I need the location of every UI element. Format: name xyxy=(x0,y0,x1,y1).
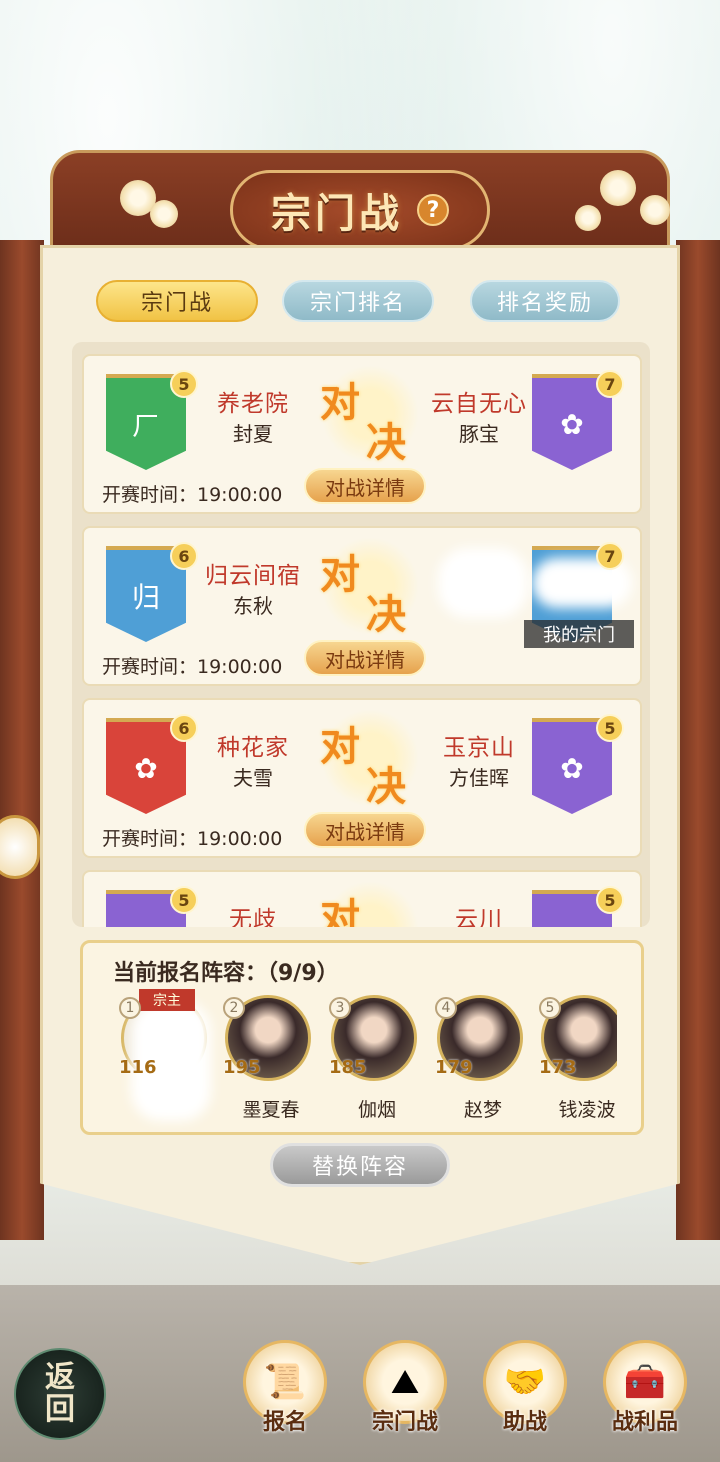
slot-number: 1 xyxy=(119,997,141,1019)
page-title: 宗门战 xyxy=(271,190,403,237)
sect-master-tag: 宗主 xyxy=(139,989,195,1011)
redacted-name xyxy=(438,548,528,618)
frame-post-right xyxy=(676,240,720,1240)
sect-leader-left: 东秋 xyxy=(233,594,273,618)
match-card: 5 无歧 对 云川 一 5 xyxy=(82,870,642,927)
back-button[interactable]: 返 回 xyxy=(14,1348,106,1440)
match-card: ✿ 6 种花家 夫雪 对决 玉京山 方佳晖 ✿ 5 开赛时间：19:00:00 … xyxy=(82,698,642,858)
slot-number: 3 xyxy=(329,997,351,1019)
vs-emblem: 对 xyxy=(320,882,420,927)
sect-level-badge: 7 xyxy=(596,542,624,570)
member-power: 116 xyxy=(119,1057,157,1078)
sect-emblem-icon: 一 xyxy=(558,920,586,927)
lotus-icon: ✿ xyxy=(134,751,158,785)
title-plate: 宗门战 ? xyxy=(230,170,490,250)
start-time: 开赛时间：19:00:00 xyxy=(102,656,283,678)
vs-emblem: 对决 xyxy=(320,366,420,466)
nav-label: 战利品 xyxy=(611,1410,678,1435)
sect-emblem-icon: 归 xyxy=(131,581,160,614)
member-name: 墨夏春 xyxy=(242,1099,300,1121)
lotus-icon: ✿ xyxy=(560,751,584,785)
sect-level-badge: 5 xyxy=(596,714,624,742)
member-name: 伽烟 xyxy=(357,1099,396,1121)
lineup-member[interactable]: 2 195 墨夏春 xyxy=(221,995,313,1125)
battle-details-button[interactable]: 对战详情 xyxy=(304,812,426,848)
sect-emblem-icon: ㄏ xyxy=(131,409,160,442)
registered-lineup-panel: 当前报名阵容：（9/9） 宗主 1 116 2 195 墨夏春 3 185 伽烟… xyxy=(80,940,644,1135)
replace-lineup-button[interactable]: 替换阵容 xyxy=(270,1143,450,1187)
sect-name-right: 玉京山 xyxy=(443,735,515,761)
match-card: ㄏ 5 养老院 封夏 对决 云自无心 豚宝 ✿ 7 开赛时间：19:00:00 … xyxy=(82,354,642,514)
sect-leader-left: 夫雪 xyxy=(233,766,273,790)
member-power: 195 xyxy=(223,1057,261,1078)
lineup-member[interactable]: 3 185 伽烟 xyxy=(327,995,419,1125)
nav-label: 宗门战 xyxy=(371,1410,438,1435)
lineup-member[interactable]: 4 179 赵梦 xyxy=(433,995,525,1125)
member-power: 185 xyxy=(329,1057,367,1078)
nav-label: 助战 xyxy=(502,1410,547,1435)
sect-name-left: 无歧 xyxy=(229,907,277,927)
vs-emblem: 对决 xyxy=(320,710,420,810)
sect-leader-right: 豚宝 xyxy=(459,422,499,446)
nav-register[interactable]: 📜 报名 xyxy=(240,1340,330,1440)
sect-name-right: 云川 xyxy=(455,907,503,927)
slot-number: 4 xyxy=(435,997,457,1019)
match-list[interactable]: ㄏ 5 养老院 封夏 对决 云自无心 豚宝 ✿ 7 开赛时间：19:00:00 … xyxy=(72,342,650,927)
tab-sect-war[interactable]: 宗门战 xyxy=(96,280,258,322)
lotus-icon: ✿ xyxy=(560,407,584,441)
sect-name-left: 归云间宿 xyxy=(205,563,301,589)
plum-blossom-icon xyxy=(150,200,178,228)
member-name: 赵梦 xyxy=(463,1099,502,1121)
battle-details-button[interactable]: 对战详情 xyxy=(304,640,426,676)
tab-sect-ranking[interactable]: 宗门排名 xyxy=(282,280,434,322)
start-time: 开赛时间：19:00:00 xyxy=(102,828,283,850)
frame-post-left xyxy=(0,240,44,1240)
slot-number: 2 xyxy=(223,997,245,1019)
lineup-title: 当前报名阵容：（9/9） xyxy=(113,961,339,986)
sect-leader-left: 封夏 xyxy=(233,422,273,446)
member-power: 179 xyxy=(435,1057,473,1078)
lineup-member[interactable]: 5 173 钱凌波 xyxy=(537,995,617,1125)
plum-blossom-icon xyxy=(600,170,636,206)
my-sect-tag: 我的宗门 xyxy=(524,620,634,648)
member-power: 173 xyxy=(539,1057,577,1078)
vs-emblem: 对决 xyxy=(320,538,420,638)
nav-sect-war[interactable]: ⛰ 宗门战 xyxy=(360,1340,450,1440)
sect-level-badge: 7 xyxy=(596,370,624,398)
sect-leader-right: 方佳晖 xyxy=(449,766,509,790)
sect-name-left: 种花家 xyxy=(217,735,289,761)
plum-blossom-icon xyxy=(640,195,670,225)
help-icon[interactable]: ? xyxy=(417,194,449,226)
start-time: 开赛时间：19:00:00 xyxy=(102,484,283,506)
plum-blossom-icon xyxy=(575,205,601,231)
sect-name-right: 云自无心 xyxy=(431,391,527,417)
nav-spoils[interactable]: 🧰 战利品 xyxy=(600,1340,690,1440)
chat-bubble-icon[interactable] xyxy=(0,815,40,879)
member-name: 钱凌波 xyxy=(558,1099,616,1121)
nav-label: 报名 xyxy=(262,1410,307,1435)
sect-level-badge: 5 xyxy=(596,886,624,914)
slot-number: 5 xyxy=(539,997,561,1019)
match-card: 归 6 归云间宿 东秋 对决 7 我的宗门 开赛时间：19:00:00 对战详情 xyxy=(82,526,642,686)
lineup-member[interactable]: 宗主 1 116 xyxy=(117,989,211,1125)
tab-bar: 宗门战 宗门排名 排名奖励 xyxy=(0,280,720,324)
battle-details-button[interactable]: 对战详情 xyxy=(304,468,426,504)
tab-ranking-rewards[interactable]: 排名奖励 xyxy=(470,280,620,322)
nav-assist[interactable]: 🤝 助战 xyxy=(480,1340,570,1440)
sect-name-left: 养老院 xyxy=(217,391,289,417)
